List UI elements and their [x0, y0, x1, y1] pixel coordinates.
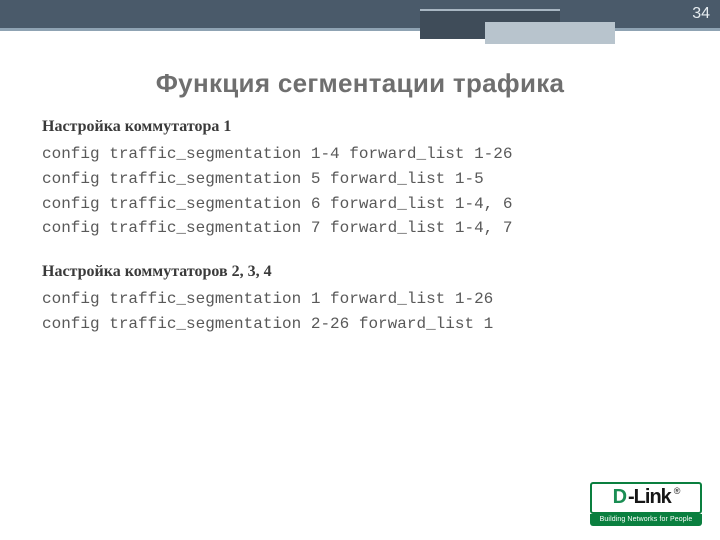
page-title: Функция сегментации трафика: [0, 68, 720, 99]
config-line: config traffic_segmentation 1 forward_li…: [42, 287, 678, 312]
config-line: config traffic_segmentation 7 forward_li…: [42, 216, 678, 241]
logo-suffix: -Link: [628, 486, 671, 509]
config-line: config traffic_segmentation 1-4 forward_…: [42, 142, 678, 167]
section-1-heading: Настройка коммутатора 1: [42, 118, 678, 136]
logo-box: D-Link®: [590, 482, 702, 514]
section-1: Настройка коммутатора 1 config traffic_s…: [42, 118, 678, 241]
logo-tagline: Building Networks for People: [590, 514, 702, 526]
page-number: 34: [692, 5, 710, 23]
section-2: Настройка коммутаторов 2, 3, 4 config tr…: [42, 263, 678, 337]
config-line: config traffic_segmentation 2-26 forward…: [42, 312, 678, 337]
header-ribbon-light: [485, 22, 615, 44]
content-body: Настройка коммутатора 1 config traffic_s…: [42, 118, 678, 337]
logo-registered: ®: [674, 486, 681, 496]
dlink-logo: D-Link® Building Networks for People: [590, 482, 702, 526]
section-2-heading: Настройка коммутаторов 2, 3, 4: [42, 263, 678, 281]
config-line: config traffic_segmentation 5 forward_li…: [42, 167, 678, 192]
logo-prefix: D: [613, 486, 626, 509]
config-line: config traffic_segmentation 6 forward_li…: [42, 192, 678, 217]
